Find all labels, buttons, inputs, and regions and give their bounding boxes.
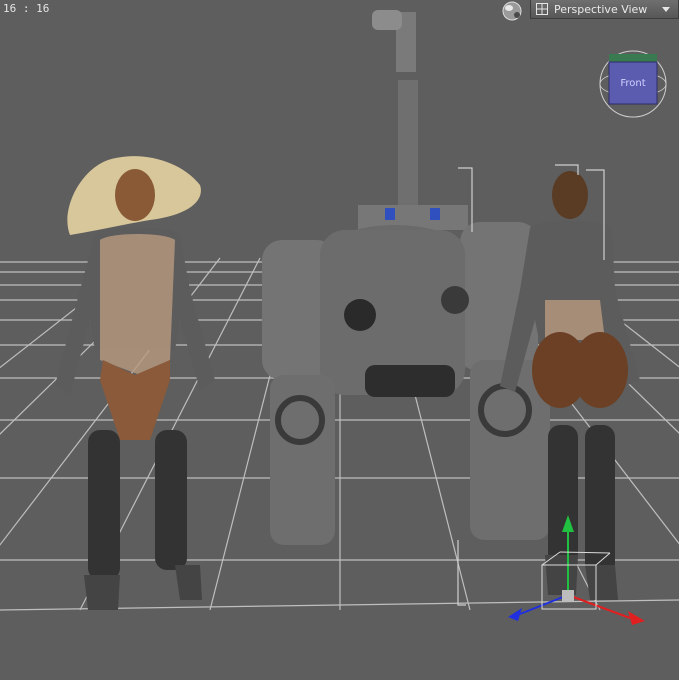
3d-viewport[interactable]: 16 : 16 Perspective View Front [0,0,679,680]
perspective-view-icon [536,3,548,15]
chevron-down-icon [662,6,670,12]
view-cube[interactable]: Front [598,48,668,118]
view-sphere-icon[interactable] [501,0,523,22]
transform-gizmo[interactable] [0,0,679,680]
view-menu-label: Perspective View [554,2,648,16]
aspect-ratio-label: 16 : 16 [3,2,50,15]
perspective-view-menu[interactable]: Perspective View [530,0,679,19]
view-cube-face-label: Front [620,78,645,89]
